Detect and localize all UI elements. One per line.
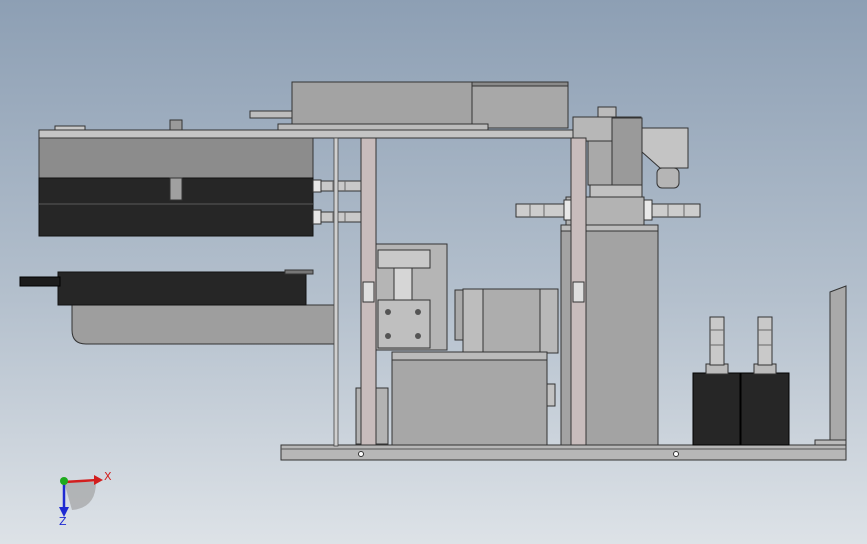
frame-post-left[interactable] — [360, 137, 377, 446]
triad-x-label: X — [104, 470, 112, 483]
cad-viewport[interactable]: X Z — [0, 0, 867, 544]
fitting-right-right[interactable] — [643, 199, 701, 221]
left-upper-tank[interactable] — [38, 137, 314, 237]
top-controller-box[interactable] — [249, 81, 569, 129]
base-plate[interactable] — [280, 444, 847, 461]
triad-x-arrow-icon — [94, 475, 103, 485]
frame-rod-thin[interactable] — [333, 137, 339, 447]
fitting-right-left[interactable] — [515, 199, 573, 221]
right-bracket[interactable] — [814, 285, 847, 446]
lower-block[interactable] — [355, 351, 556, 446]
frame-post-right[interactable] — [570, 137, 587, 446]
guide-block[interactable] — [373, 243, 448, 351]
small-tank-right[interactable] — [740, 316, 790, 446]
motor[interactable] — [454, 288, 559, 354]
triad-x-axis — [63, 478, 99, 484]
triad-z-label: Z — [59, 515, 67, 528]
small-tank-left[interactable] — [692, 316, 741, 446]
coordinate-triad: X Z — [59, 470, 112, 528]
triad-y-axis-dot — [60, 477, 68, 485]
left-lower-tray[interactable] — [19, 269, 337, 345]
triad-plane-icon — [64, 482, 96, 510]
